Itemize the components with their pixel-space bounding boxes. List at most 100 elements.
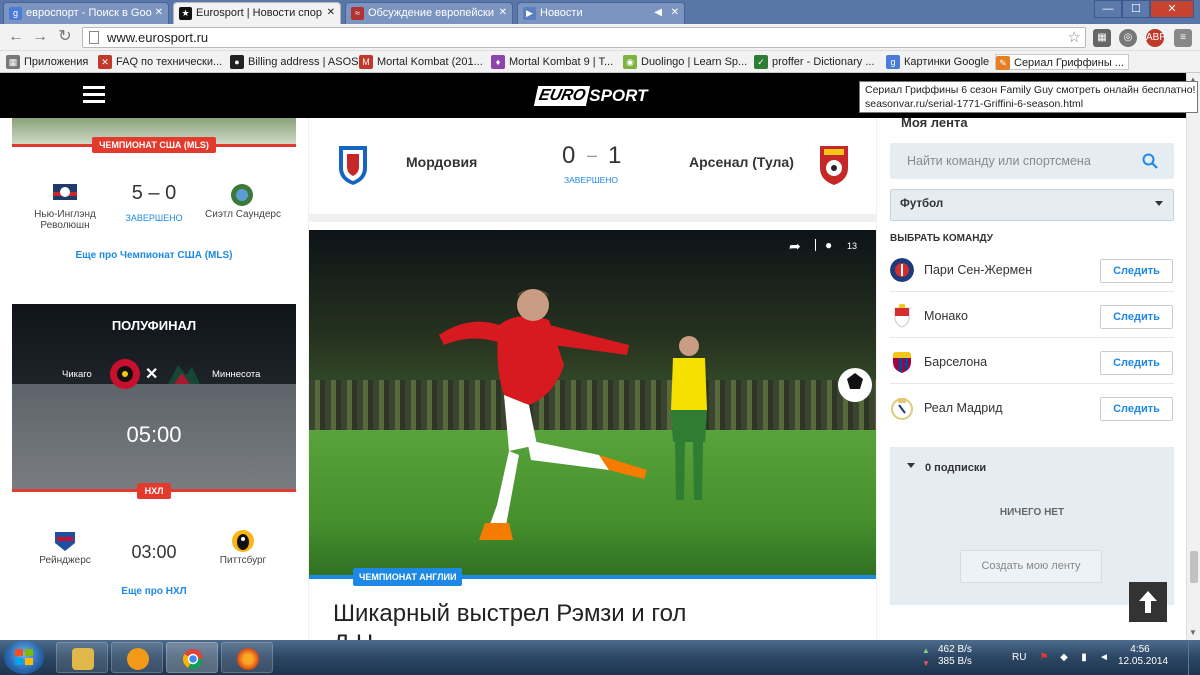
nhl-home-team[interactable]: Рейнджерс xyxy=(28,555,102,566)
menu-icon[interactable]: ≡ xyxy=(1174,29,1192,47)
system-clock[interactable]: 4:56 12.05.2014 xyxy=(1118,644,1168,668)
home-team-name[interactable]: Мордовия xyxy=(406,154,477,170)
folder-icon xyxy=(72,648,94,670)
team-name: Барселона xyxy=(924,355,988,369)
close-icon[interactable]: ✕ xyxy=(499,3,507,23)
tooltip-url: seasonvar.ru/serial-1771-Griffini-6-seas… xyxy=(865,98,1084,110)
bookmark-proffer[interactable]: ✓ proffer - Dictionary ... xyxy=(754,54,875,70)
arsenal-tula-logo-icon xyxy=(820,146,848,185)
maximize-button[interactable]: ☐ xyxy=(1122,0,1150,18)
article-title-line2[interactable]: Д Н xyxy=(333,630,373,640)
real-madrid-logo-icon xyxy=(891,398,913,420)
barcelona-logo-icon xyxy=(893,352,911,373)
nhl-away-team[interactable]: Питтсбург xyxy=(200,555,286,566)
tray-lang[interactable]: RU xyxy=(1012,652,1026,664)
divider xyxy=(815,239,816,251)
taskbar-media[interactable] xyxy=(111,642,163,673)
article-photo[interactable]: ➦ ● 13 xyxy=(309,230,876,579)
back-icon[interactable]: ← xyxy=(6,28,26,48)
sport-select[interactable]: Футбол xyxy=(890,189,1174,221)
bookmark-apps[interactable]: ▦ Приложения xyxy=(6,54,88,70)
subscriptions-header[interactable]: 0 подписки xyxy=(925,462,986,474)
globe-icon[interactable]: ◎ xyxy=(1119,29,1137,47)
scrollbar-thumb[interactable] xyxy=(1190,551,1198,583)
mls-more-link[interactable]: Еще про Чемпионат США (MLS) xyxy=(12,250,296,261)
promo-time: 05:00 xyxy=(126,422,182,447)
nhl-more-link[interactable]: Еще про НХЛ xyxy=(12,586,296,597)
star-icon[interactable]: ☆ xyxy=(1068,28,1081,46)
team-search-input[interactable] xyxy=(890,143,1174,179)
bookmark-mk9[interactable]: ♦ Mortal Kombat 9 | T... xyxy=(491,54,613,70)
minimize-button[interactable]: — xyxy=(1094,0,1122,18)
flag-icon[interactable]: ⚑ xyxy=(1038,652,1050,664)
start-button[interactable] xyxy=(4,641,44,674)
sport-select-value: Футбол xyxy=(900,198,944,210)
taskbar-chrome[interactable] xyxy=(166,642,218,673)
duolingo-icon: ◉ xyxy=(623,55,637,69)
versus-icon: ✕ xyxy=(145,366,159,383)
address-bar[interactable]: www.eurosport.ru ☆ xyxy=(82,27,1086,48)
mk9-icon: ♦ xyxy=(491,55,505,69)
bookmark-duolingo[interactable]: ◉ Duolingo | Learn Sp... xyxy=(623,54,747,70)
media-player-icon xyxy=(127,648,149,670)
adblock-icon[interactable]: ABP xyxy=(1146,29,1166,47)
volume-icon[interactable]: ◄ xyxy=(1098,652,1110,664)
blackhawks-logo-icon xyxy=(110,359,140,389)
mls-away-team[interactable]: Сиэтл Саундерс xyxy=(200,209,286,220)
close-icon[interactable]: ✕ xyxy=(327,3,335,23)
news-icon: ▶ xyxy=(523,7,536,20)
follow-button[interactable]: Следить xyxy=(1100,351,1173,375)
forward-icon[interactable]: → xyxy=(30,28,50,48)
chevron-down-icon xyxy=(1155,201,1163,206)
divider xyxy=(890,291,1174,292)
close-window-button[interactable]: ✕ xyxy=(1150,0,1194,18)
hamburger-menu-icon[interactable] xyxy=(83,86,105,104)
bookmark-label: Billing address | ASOS xyxy=(248,56,359,68)
mls-home-team[interactable]: Нью-Инглэнд Революшн xyxy=(28,209,102,231)
bookmark-asos[interactable]: ● Billing address | ASOS xyxy=(230,54,358,70)
away-team-name[interactable]: Арсенал (Тула) xyxy=(689,154,794,170)
scroll-to-top-button[interactable] xyxy=(1129,582,1167,622)
follow-button[interactable]: Следить xyxy=(1100,397,1173,421)
extension-icon[interactable]: ▦ xyxy=(1093,29,1111,47)
taskbar-explorer[interactable] xyxy=(56,642,108,673)
comment-icon[interactable]: ● xyxy=(825,238,832,252)
match-scorecard[interactable]: Мордовия 0 – 1 ЗАВЕРШЕНО Арсенал (Тула) xyxy=(309,118,876,222)
close-icon[interactable]: ✕ xyxy=(155,3,163,23)
bookmark-seasonvar[interactable]: ✎ Сериал Гриффины ... xyxy=(995,54,1129,70)
player-illustration xyxy=(439,289,647,540)
article-title[interactable]: Шикарный выстрел Рэмзи и гол xyxy=(333,600,686,628)
scroll-down-icon[interactable]: ▼ xyxy=(1189,628,1197,637)
create-feed-button[interactable]: Создать мою ленту xyxy=(960,550,1102,583)
share-icon[interactable]: ➦ xyxy=(789,238,801,255)
mls-badge[interactable]: ЧЕМПИОНАТ США (MLS) xyxy=(92,137,216,153)
caret-down-icon[interactable] xyxy=(907,463,915,468)
bookmark-faq[interactable]: ✕ FAQ по технически... xyxy=(98,54,222,70)
mk-icon: M xyxy=(359,55,373,69)
bookmark-label: Mortal Kombat (201... xyxy=(377,56,483,68)
page-icon xyxy=(89,31,99,44)
reload-icon[interactable]: ↻ xyxy=(55,28,75,48)
follow-button[interactable]: Следить xyxy=(1100,305,1173,329)
search-icon[interactable] xyxy=(1142,153,1158,169)
close-icon[interactable]: ✕ xyxy=(671,3,679,23)
tab-title: Eurosport | Новости спор xyxy=(196,7,322,19)
tab-google-search[interactable]: g евроспорт - Поиск в Goo ✕ xyxy=(3,2,169,24)
tab-eurosport[interactable]: ★ Eurosport | Новости спор ✕ xyxy=(173,2,341,24)
show-desktop-button[interactable] xyxy=(1188,640,1200,675)
bookmark-label: Приложения xyxy=(24,56,89,68)
nhl-promo-card[interactable]: ПОЛУФИНАЛ Чикаго ✕ Миннесота 05:00 xyxy=(12,304,296,492)
eurosport-logo[interactable]: EURO SPORT xyxy=(533,86,648,106)
page-scrollbar[interactable]: ▲ ▼ xyxy=(1186,73,1200,640)
tab-forum[interactable]: ≈ Обсуждение европейски ✕ xyxy=(345,2,513,24)
signal-icon[interactable]: ▮ xyxy=(1078,652,1090,664)
follow-button[interactable]: Следить xyxy=(1100,259,1173,283)
bookmark-google-images[interactable]: g Картинки Google xyxy=(886,54,989,70)
league-badge[interactable]: ЧЕМПИОНАТ АНГЛИИ xyxy=(353,568,463,586)
tray-shield-icon[interactable]: ◆ xyxy=(1058,652,1070,664)
tab-title: Обсуждение европейски xyxy=(368,7,495,19)
tab-news[interactable]: ▶ Новости ◀ ✕ xyxy=(517,2,685,24)
taskbar-firefox[interactable] xyxy=(221,642,273,673)
nhl-badge[interactable]: НХЛ xyxy=(137,483,171,499)
bookmark-mk[interactable]: M Mortal Kombat (201... xyxy=(359,54,483,70)
